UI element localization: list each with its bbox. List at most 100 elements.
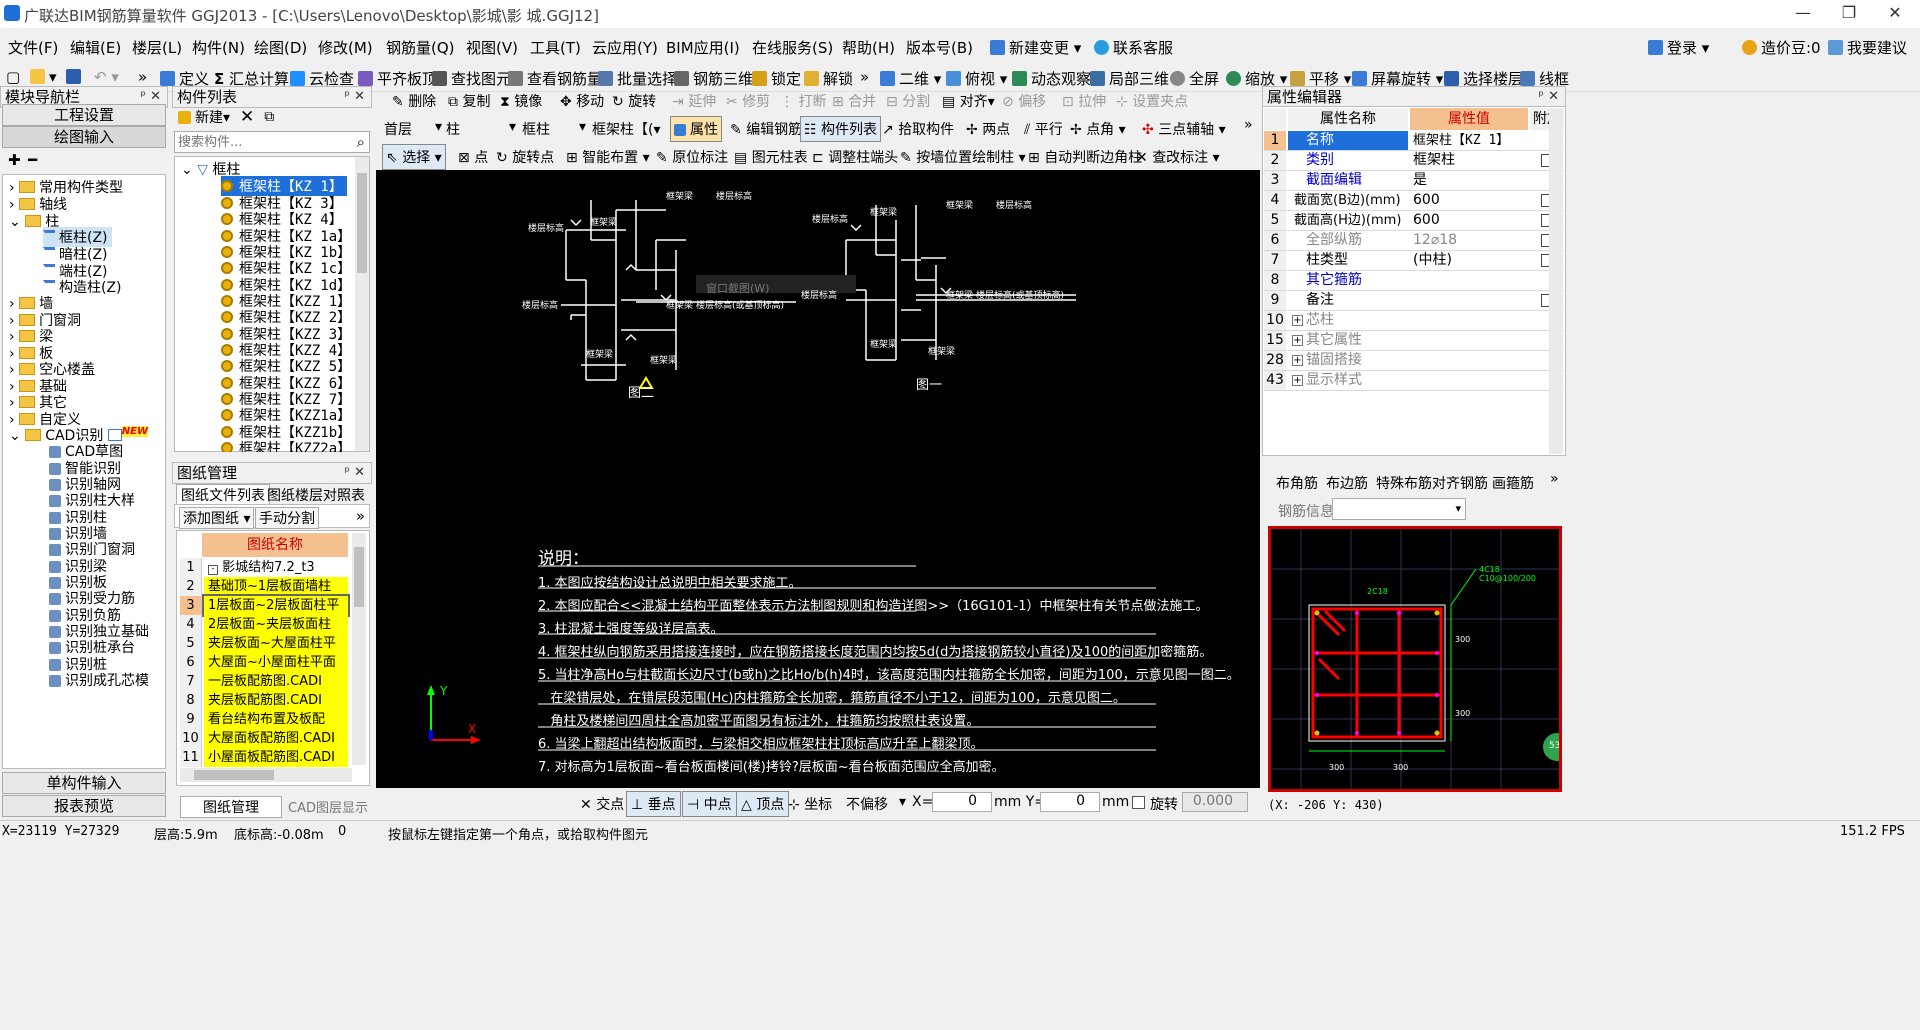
type-select[interactable]: 柱 ▾ [446,119,516,139]
expand-icon[interactable]: + [1292,335,1303,346]
menu-modify[interactable]: 修改(M) [318,37,373,58]
section-preview[interactable]: 2C18 4C18 C10@100/200 300 300 300 300 53 [1268,526,1562,792]
component-list-toggle[interactable]: ☷ 构件列表 [800,116,882,142]
drawing-row[interactable]: 2 基础顶~1层板面墙柱 [180,577,348,596]
menu-new-change[interactable]: 新建变更 ▾ [990,37,1081,58]
drawing-row[interactable]: 5 夹层板面~大屋面柱平 [180,634,348,653]
search-input[interactable] [175,133,345,152]
drawings-close-icon[interactable]: ᵖ ✕ [344,463,365,483]
restore-button[interactable]: ❐ [1826,2,1872,26]
parallel-button[interactable]: ⫽ 平行 [1024,119,1063,139]
split-button[interactable]: ⊟ 分割 [886,91,930,111]
drawing-row[interactable]: 4 2层板面~夹层板面柱 [180,615,348,634]
grip-button[interactable]: ⊹ 设置夹点 [1116,91,1188,111]
collapse-all-icon[interactable]: ━ [28,151,37,169]
price-beans[interactable]: 造价豆:0 [1742,37,1821,58]
expand-icon[interactable]: + [1292,315,1303,326]
menu-draw[interactable]: 绘图(D) [254,37,307,58]
three-point-axis-button[interactable]: ✣ 三点辅轴 ▾ [1142,119,1226,139]
rebar-3d-button[interactable]: 钢筋三维 [674,68,753,89]
menu-view[interactable]: 视图(V) [466,37,518,58]
merge-button[interactable]: ⊞ 合并 [832,91,876,111]
stretch-button[interactable]: ⊡ 拉伸 [1062,91,1106,111]
drawing-row[interactable]: 1- 影城结构7.2_t3 [180,558,348,577]
menu-file[interactable]: 文件(F) [8,37,58,58]
prop-row[interactable]: 1 名称 框架柱【KZ 1】 [1264,131,1564,151]
new-component-button[interactable]: 新建▾ [178,107,230,127]
tab-drawing-management[interactable]: 图纸管理 [180,796,282,818]
tab-draw-input[interactable]: 绘图输入 [2,126,166,148]
component-item[interactable]: 框架柱【KZZ2a】 [221,438,351,452]
snap-intersection[interactable]: ✕ 交点 [580,794,624,814]
tree-node-struct-column[interactable]: 构造柱(Z) [43,277,122,297]
instance-select[interactable]: 框架柱【(▾ [592,119,664,139]
auto-corner-column-button[interactable]: ⊞ 自动判断边角柱 [1028,147,1142,167]
mirror-button[interactable]: ⧗ 镜像 [500,91,542,111]
align-rebar-button[interactable]: 对齐钢筋 [1432,473,1488,493]
snap-perpendicular[interactable]: ⊥ 垂点 [626,791,681,817]
expand-all-icon[interactable]: ✚ [8,151,21,169]
draw-by-wall-button[interactable]: ✎ 按墙位置绘制柱 ▾ [900,147,1026,167]
prop-row[interactable]: 3 截面编辑是 [1264,171,1564,191]
snap-midpoint[interactable]: ⊣ 中点 [682,791,737,817]
more-icon-2[interactable]: » [860,68,869,86]
drawing-row[interactable]: 8 夹层板配筋图.CADI [180,691,348,710]
smart-layout-button[interactable]: ⊞ 智能布置 ▾ [566,147,650,167]
point-tool-button[interactable]: ⊠ 点 [458,147,488,167]
floor-select[interactable]: 首层 ▾ [384,119,442,139]
props-close-icon[interactable]: ᵖ ✕ [1538,87,1559,107]
open-file-icon[interactable]: ▾ [30,68,57,86]
prop-row[interactable]: 8 其它箍筋 [1264,271,1564,291]
more-icon[interactable]: » [138,68,147,86]
more-icon[interactable]: » [356,507,365,525]
lock-button[interactable]: 锁定 [752,68,801,89]
pick-component-button[interactable]: ↗ 拾取构件 [882,119,954,139]
tab-cad-layers[interactable]: CAD图层显示 [288,797,368,816]
menu-tools[interactable]: 工具(T) [530,37,581,58]
local-3d-button[interactable]: 局部三维 [1090,68,1169,89]
snap-vertex[interactable]: △ 顶点 [736,791,790,817]
prop-row[interactable]: 5 截面高(H边)(mm) 600 [1264,211,1564,231]
top-view-button[interactable]: 俯视 ▾ [946,68,1007,89]
login-button[interactable]: 登录 ▾ [1648,37,1709,58]
complist-close-icon[interactable]: ᵖ ✕ [344,87,365,107]
offset-select[interactable]: 不偏移 ▾ [846,794,906,814]
delete-button[interactable]: ✎ 删除 [392,91,436,111]
special-rebar-button[interactable]: 特殊布筋 [1376,473,1432,493]
drawing-row[interactable]: 6 大屋面~小屋面柱平面 [180,653,348,672]
prop-group-row[interactable]: 28 锚固搭接 + [1264,351,1564,371]
corner-rebar-button[interactable]: 布角筋 [1276,473,1318,493]
props-scrollbar[interactable] [1549,108,1563,454]
tab-project-settings[interactable]: 工程设置 [2,104,166,126]
properties-toggle[interactable]: 属性 [670,116,722,142]
more-icon[interactable]: » [1550,471,1559,487]
offset-button[interactable]: ⊘ 偏移 [1002,91,1046,111]
menu-version[interactable]: 版本号(B) [906,37,973,58]
edit-rebar-button[interactable]: ✎ 编辑钢筋 [730,119,802,139]
menu-bim[interactable]: BIM应用(I) [666,37,740,58]
rotate-checkbox[interactable] [1132,796,1145,809]
menu-cloud[interactable]: 云应用(Y) [592,37,658,58]
unlock-button[interactable]: 解锁 [804,68,853,89]
subtype-select[interactable]: 框柱 ▾ [522,119,586,139]
undo-icon[interactable]: ↶ ▾ [94,68,119,86]
rotate-button[interactable]: ↻ 旋转 [612,91,656,111]
prop-group-row[interactable]: 10 芯柱 + [1264,311,1564,331]
element-column-table-button[interactable]: ▤ 图元柱表 [734,147,808,167]
select-tool-button[interactable]: ⇖ 选择 ▾ [382,144,446,170]
tab-drawing-floors[interactable]: 图纸楼层对照表 [264,485,368,505]
copy-component-icon[interactable]: ⧉ [264,109,274,125]
rotate-point-tool-button[interactable]: ↻ 旋转点 [496,147,554,167]
more-icon[interactable]: » [1244,117,1253,133]
adjust-column-end-button[interactable]: ⊏ 调整柱端头 [812,147,898,167]
tab-report-preview[interactable]: 报表预览 [2,795,166,817]
menu-floor[interactable]: 楼层(L) [132,37,182,58]
copy-button[interactable]: ⧉ 复制 [448,91,490,111]
drawing-row[interactable]: 7 一层板配筋图.CADI [180,672,348,691]
menu-edit[interactable]: 编辑(E) [70,37,121,58]
drawings-hscroll[interactable] [180,768,352,782]
search-icon[interactable]: ⌕ [357,133,365,151]
rotate-input[interactable]: 0.000 [1182,792,1248,812]
menu-contact[interactable]: 联系客服 [1094,37,1173,58]
manual-split-button[interactable]: 手动分割 [255,507,319,529]
